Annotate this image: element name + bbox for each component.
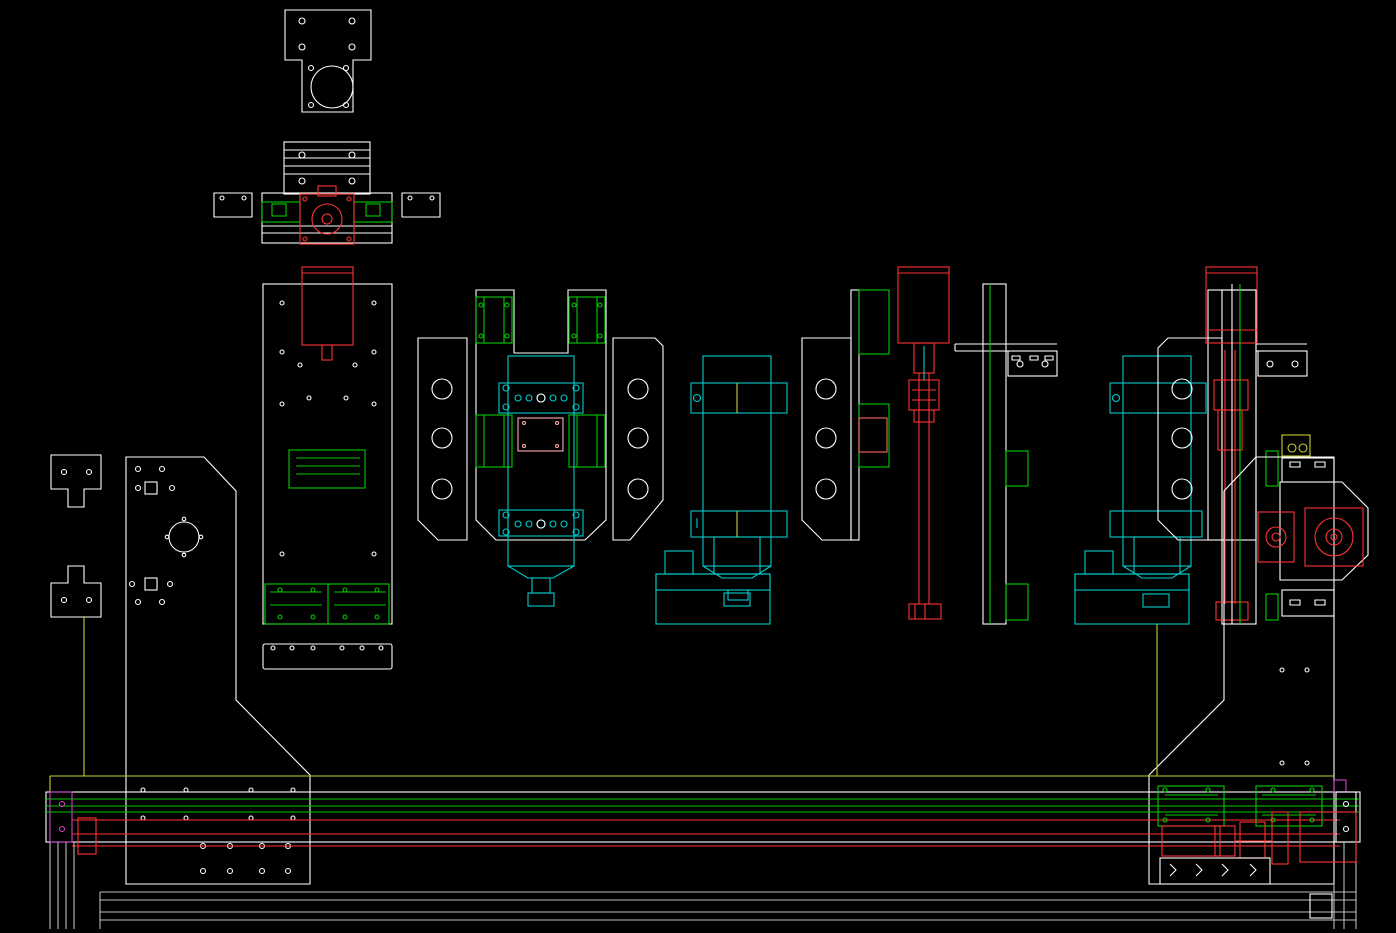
z-carriage-assembly[interactable] xyxy=(417,289,664,607)
x-motor-mount-right[interactable] xyxy=(1257,434,1369,617)
spindle-side-view-right[interactable] xyxy=(1074,355,1207,625)
spindle-side-view[interactable] xyxy=(655,355,788,625)
motor-mount-plate[interactable] xyxy=(284,9,372,113)
small-bracket-lower[interactable] xyxy=(50,565,102,618)
small-bracket-upper[interactable] xyxy=(50,454,102,508)
z-plate-side-view[interactable] xyxy=(801,289,890,541)
z-lead-screw[interactable] xyxy=(897,266,950,620)
cad-drawing xyxy=(45,9,1369,929)
y-carriage-assembly[interactable] xyxy=(213,141,441,245)
base-frame-profile xyxy=(49,842,1357,929)
x-axis-base-rails[interactable] xyxy=(45,775,1361,855)
z-rail-right[interactable] xyxy=(1231,284,1308,624)
z-rail-side-view[interactable] xyxy=(954,283,1058,625)
cad-drawing-canvas[interactable] xyxy=(0,0,1396,929)
y-axis-gantry-plate[interactable] xyxy=(262,266,393,670)
